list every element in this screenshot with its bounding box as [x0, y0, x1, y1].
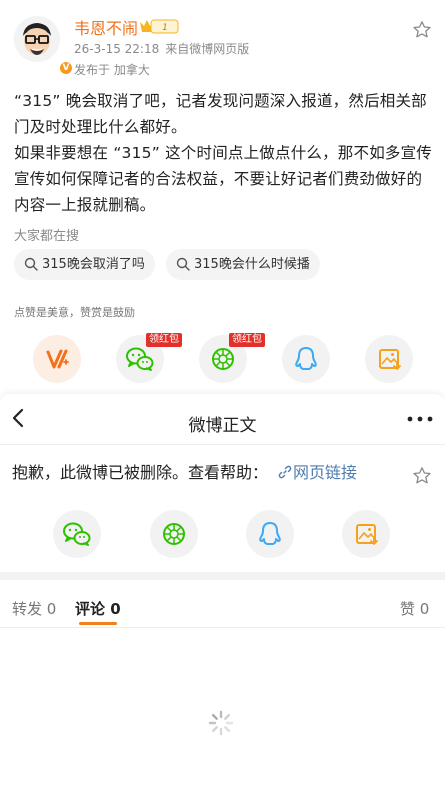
favorite-star-icon[interactable] [412, 20, 432, 40]
member-level: 1 [162, 23, 168, 33]
tab-comment-label: 评论 [75, 600, 106, 618]
active-tab-indicator [79, 622, 117, 625]
share-wechat-button[interactable] [53, 510, 101, 558]
header-divider [0, 444, 445, 445]
share-qq-button[interactable] [246, 510, 294, 558]
tabs-divider [0, 627, 445, 628]
post-location: 发布于 加拿大 [74, 63, 150, 77]
post-card: V 韦恩不闹 1 26-3-15 22:18 来自微博网页版 发布于 加拿大 “3… [0, 0, 445, 394]
post-body: “315” 晚会取消了吧，记者发现问题深入报道，然后相关部门及时处理比什么都好。… [14, 88, 434, 218]
tab-repost-count: 0 [46, 600, 57, 618]
username[interactable]: 韦恩不闹 [74, 15, 138, 39]
web-link-label: 网页链接 [293, 463, 358, 482]
tab-repost-label: 转发 [12, 600, 43, 618]
post-body-paragraph-1: “315” 晚会取消了吧，记者发现问题深入报道，然后相关部门及时处理比什么都好。 [14, 92, 427, 136]
loading-spinner-icon [208, 710, 234, 736]
save-image-icon [379, 349, 401, 370]
tab-like-label: 赞 [400, 600, 416, 618]
save-image-button[interactable] [342, 510, 390, 558]
red-packet-tag: 领红包 [229, 333, 265, 347]
search-icon [176, 257, 190, 271]
avatar[interactable]: V [14, 16, 74, 76]
verified-badge-icon: V [58, 60, 74, 76]
search-chip-label: 315晚会什么时候播 [194, 257, 310, 272]
moments-icon [163, 523, 185, 545]
reward-button[interactable] [33, 335, 81, 383]
favorite-star-icon[interactable] [412, 466, 432, 486]
search-chip[interactable]: 315晚会什么时候播 [166, 249, 320, 280]
search-chip-label: 315晚会取消了吗 [42, 257, 145, 272]
page-title: 微博正文 [188, 416, 257, 436]
qq-icon [295, 347, 317, 370]
tab-like-count: 0 [419, 600, 430, 618]
red-packet-tag: 领红包 [146, 333, 182, 347]
tab-like[interactable]: 赞 0 [400, 598, 429, 619]
post-meta: 26-3-15 22:18 来自微博网页版 [74, 40, 255, 57]
save-image-button[interactable] [365, 335, 413, 383]
tab-repost[interactable]: 转发 0 [12, 598, 56, 619]
member-crown-icon[interactable]: 1 [139, 18, 179, 34]
share-qq-button[interactable] [282, 335, 330, 383]
deleted-notice: 抱歉，此微博已被删除。查看帮助： [12, 463, 269, 482]
trending-search-heading: 大家都在搜 [14, 229, 80, 244]
tab-comment[interactable]: 评论 0 [75, 598, 121, 619]
post-source: 来自微博网页版 [165, 42, 250, 56]
tab-comment-count: 0 [110, 600, 121, 618]
web-link[interactable]: 网页链接 [278, 459, 357, 483]
post-body-paragraph-2: 如果非要想在 “315” 这个时间点上做点什么，那不如多宣传宣传如何保障记者的合… [14, 144, 433, 214]
praise-tip: 点赞是美意，赞赏是鼓励 [14, 306, 135, 319]
share-moments-button[interactable] [150, 510, 198, 558]
search-icon [24, 257, 38, 271]
reward-icon [46, 349, 69, 369]
wechat-icon [63, 522, 91, 546]
qq-icon [259, 522, 281, 545]
weibo-detail-sheet: 微博正文 抱歉，此微博已被删除。查看帮助： 网页链接 转发 0 评论 0 赞 0 [0, 394, 445, 800]
section-divider [0, 572, 445, 580]
more-options-icon[interactable] [406, 414, 434, 424]
search-chip[interactable]: 315晚会取消了吗 [14, 249, 155, 280]
post-date: 26-3-15 22:18 [74, 42, 160, 56]
link-icon [278, 465, 292, 479]
avatar-cartoon-icon [14, 16, 60, 62]
save-image-icon [356, 524, 378, 545]
